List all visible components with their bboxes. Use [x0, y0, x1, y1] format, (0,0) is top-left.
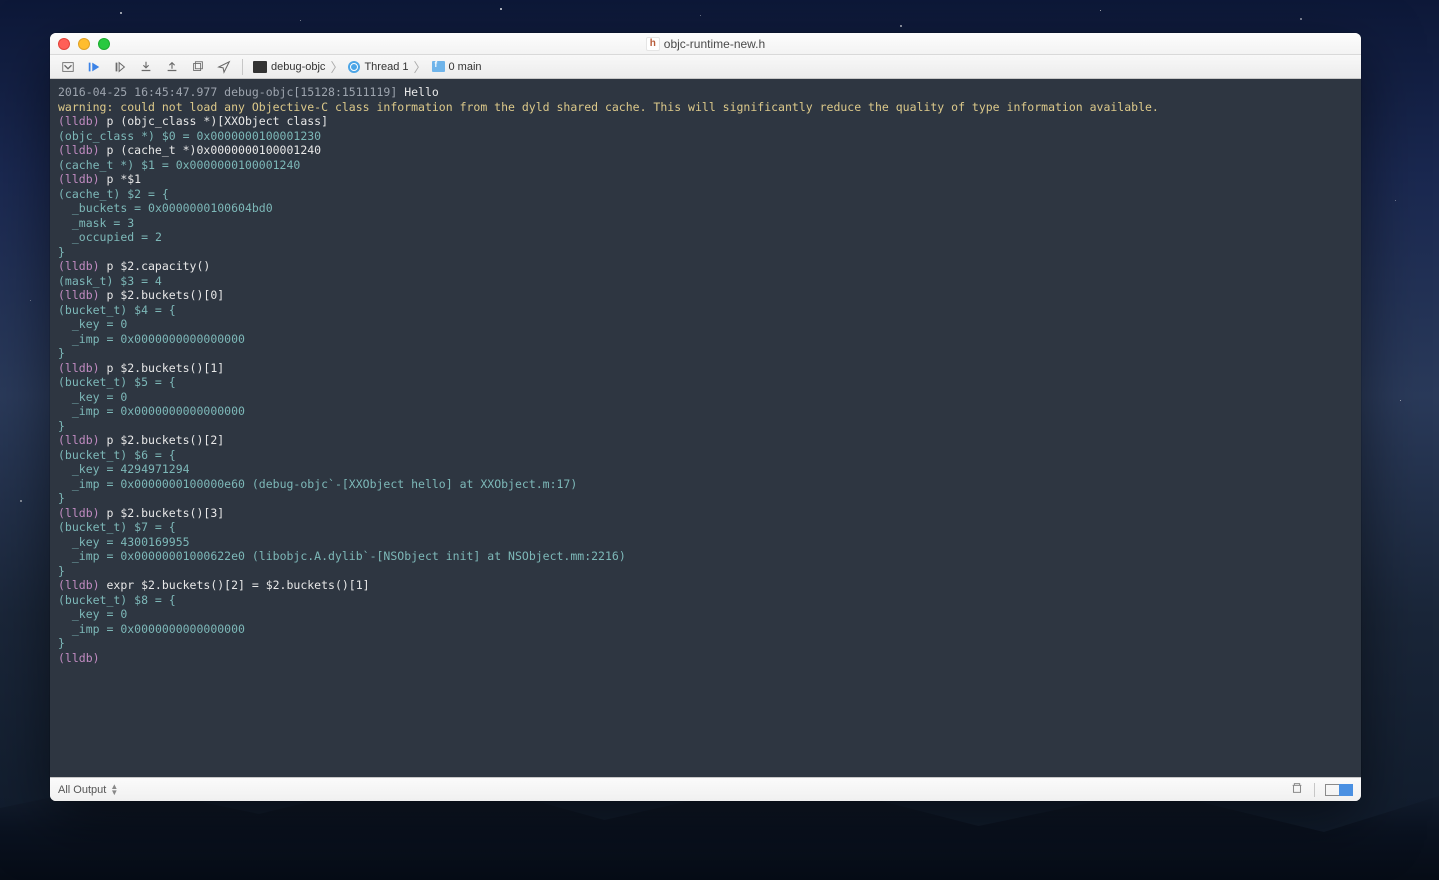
- console-line: (cache_t) $2 = {: [58, 187, 1353, 202]
- breadcrumb-thread-label: Thread 1: [364, 61, 408, 73]
- updown-arrows-icon: ▲▼: [110, 784, 118, 796]
- console-line: (bucket_t) $4 = {: [58, 303, 1353, 318]
- console-line: _key = 4300169955: [58, 535, 1353, 550]
- step-over-button[interactable]: [108, 57, 132, 77]
- console-line: _imp = 0x0000000100000e60 (debug-objc`-[…: [58, 477, 1353, 492]
- console-line: }: [58, 245, 1353, 260]
- titlebar: h objc-runtime-new.h: [50, 33, 1361, 55]
- console-line: (lldb) p (objc_class *)[XXObject class]: [58, 114, 1353, 129]
- toolbar-separator: [242, 59, 243, 75]
- console-line: _occupied = 2: [58, 230, 1353, 245]
- window-controls: [58, 38, 110, 50]
- output-filter-label: All Output: [58, 784, 106, 796]
- console-line: (lldb) p $2.buckets()[0]: [58, 288, 1353, 303]
- console-line: (bucket_t) $5 = {: [58, 375, 1353, 390]
- console-line: 2016-04-25 16:45:47.977 debug-objc[15128…: [58, 85, 1353, 100]
- output-filter[interactable]: All Output ▲▼: [58, 784, 118, 796]
- console-line: _imp = 0x0000000000000000: [58, 622, 1353, 637]
- step-out-button[interactable]: [160, 57, 184, 77]
- console-line: }: [58, 636, 1353, 651]
- console-line: (lldb) p (cache_t *)0x0000000100001240: [58, 143, 1353, 158]
- thread-icon: [348, 61, 360, 73]
- process-icon: [253, 61, 267, 73]
- lldb-console[interactable]: 2016-04-25 16:45:47.977 debug-objc[15128…: [50, 79, 1361, 777]
- console-line: (lldb) p $2.capacity(): [58, 259, 1353, 274]
- maximize-button[interactable]: [98, 38, 110, 50]
- console-line: _imp = 0x00000001000622e0 (libobjc.A.dyl…: [58, 549, 1353, 564]
- console-line: (bucket_t) $7 = {: [58, 520, 1353, 535]
- console-line: (bucket_t) $6 = {: [58, 448, 1353, 463]
- xcode-window: h objc-runtime-new.h debug: [50, 33, 1361, 801]
- debug-breadcrumb: debug-objc 〉 Thread 1 〉 0 main: [249, 57, 486, 76]
- minimize-button[interactable]: [78, 38, 90, 50]
- console-line: }: [58, 564, 1353, 579]
- window-title-text: objc-runtime-new.h: [664, 37, 765, 51]
- console-line: (lldb) p $2.buckets()[1]: [58, 361, 1353, 376]
- breadcrumb-thread[interactable]: Thread 1: [344, 59, 412, 75]
- console-panel-toggle[interactable]: [1325, 784, 1353, 796]
- breadcrumb-process-label: debug-objc: [271, 61, 325, 73]
- console-bottom-bar: All Output ▲▼: [50, 777, 1361, 801]
- console-line: _key = 0: [58, 607, 1353, 622]
- step-into-button[interactable]: [134, 57, 158, 77]
- console-line: }: [58, 491, 1353, 506]
- toggle-debug-area-button[interactable]: [56, 57, 80, 77]
- stackframe-icon: [432, 61, 445, 72]
- bottom-separator: [1314, 783, 1315, 797]
- clear-console-button[interactable]: [1290, 781, 1304, 798]
- console-line: }: [58, 346, 1353, 361]
- console-line: }: [58, 419, 1353, 434]
- console-line: (cache_t *) $1 = 0x0000000100001240: [58, 158, 1353, 173]
- console-line: (lldb) expr $2.buckets()[2] = $2.buckets…: [58, 578, 1353, 593]
- breadcrumb-frame-label: 0 main: [449, 61, 482, 73]
- window-title: h objc-runtime-new.h: [50, 37, 1361, 51]
- console-line: (lldb) p $2.buckets()[3]: [58, 506, 1353, 521]
- console-line: (objc_class *) $0 = 0x0000000100001230: [58, 129, 1353, 144]
- debug-toolbar: debug-objc 〉 Thread 1 〉 0 main: [50, 55, 1361, 79]
- console-line: _key = 4294971294: [58, 462, 1353, 477]
- debug-view-hierarchy-button[interactable]: [186, 57, 210, 77]
- variables-pane-icon: [1325, 784, 1339, 796]
- breadcrumb-process[interactable]: debug-objc: [249, 59, 329, 75]
- console-line: _key = 0: [58, 317, 1353, 332]
- console-line: (lldb): [58, 651, 1353, 666]
- console-line: _key = 0: [58, 390, 1353, 405]
- console-line: _buckets = 0x0000000100604bd0: [58, 201, 1353, 216]
- header-file-icon: h: [646, 37, 660, 51]
- continue-button[interactable]: [82, 57, 106, 77]
- breadcrumb-frame[interactable]: 0 main: [428, 59, 486, 75]
- console-line: _mask = 3: [58, 216, 1353, 231]
- simulate-location-button[interactable]: [212, 57, 236, 77]
- console-line: _imp = 0x0000000000000000: [58, 404, 1353, 419]
- console-line: (lldb) p *$1: [58, 172, 1353, 187]
- console-line: (lldb) p $2.buckets()[2]: [58, 433, 1353, 448]
- console-line: _imp = 0x0000000000000000: [58, 332, 1353, 347]
- console-line: (mask_t) $3 = 4: [58, 274, 1353, 289]
- breadcrumb-separator-icon: 〉: [412, 57, 427, 76]
- breadcrumb-separator-icon: 〉: [329, 57, 344, 76]
- bottom-right-controls: [1290, 781, 1353, 798]
- console-line: warning: could not load any Objective-C …: [58, 100, 1353, 115]
- console-pane-icon: [1339, 784, 1353, 796]
- close-button[interactable]: [58, 38, 70, 50]
- console-line: (bucket_t) $8 = {: [58, 593, 1353, 608]
